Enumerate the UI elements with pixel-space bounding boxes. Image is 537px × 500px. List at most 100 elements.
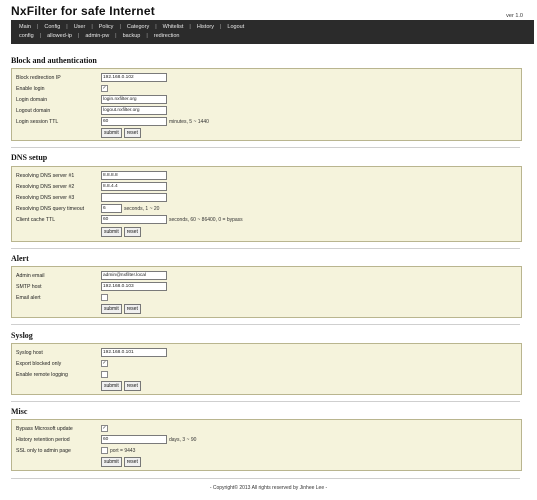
form-row: Login session TTL 60 minutes, 5 ~ 1440 xyxy=(16,117,209,126)
section-title-alert: Alert xyxy=(11,254,29,263)
form-buttons: submit reset xyxy=(101,304,141,314)
form-row: Enable login ✓ xyxy=(16,84,108,93)
smtp-host-input[interactable]: 192.168.0.103 xyxy=(101,282,167,291)
field-label: SSL only to admin page xyxy=(16,447,71,454)
section-title-misc: Misc xyxy=(11,407,28,416)
form-buttons: submit reset xyxy=(101,381,141,391)
history-retention-input[interactable]: 60 xyxy=(101,435,167,444)
field-label: Export blocked only xyxy=(16,360,62,367)
form-row: Login domain login.nxfilter.org xyxy=(16,95,167,104)
submit-button[interactable]: submit xyxy=(101,381,122,391)
dns-server-2-input[interactable]: 8.8.4.4 xyxy=(101,182,167,191)
enable-login-checkbox[interactable]: ✓ xyxy=(101,85,108,92)
form-row: Resolving DNS server #1 8.8.8.8 xyxy=(16,171,167,180)
submit-button[interactable]: submit xyxy=(101,304,122,314)
section-title-syslog: Syslog xyxy=(11,331,33,340)
section-divider xyxy=(11,478,520,479)
form-row: Client cache TTL 60 seconds, 60 ~ 86400,… xyxy=(16,215,243,224)
subnav-redirection[interactable]: redirection xyxy=(152,33,182,39)
form-row: Syslog host 192.168.0.101 xyxy=(16,348,167,357)
nav-separator: | xyxy=(219,24,222,30)
subnav-allowed-ip[interactable]: allowed-ip xyxy=(45,33,74,39)
nav-separator: | xyxy=(91,24,93,30)
version-label: ver 1.0 xyxy=(506,13,523,19)
reset-button[interactable]: reset xyxy=(123,304,141,314)
field-label: Resolving DNS server #1 xyxy=(16,172,75,179)
form-buttons: submit reset xyxy=(101,227,141,237)
form-row: Bypass Microsoft update ✓ xyxy=(16,424,108,433)
nav-separator: | xyxy=(189,24,191,30)
nav-row-main: Main | Config | User | Policy | Category | Wh… xyxy=(17,24,246,30)
nav-policy[interactable]: Policy xyxy=(97,24,116,30)
syslog-host-input[interactable]: 192.168.0.101 xyxy=(101,348,167,357)
field-label: Email alert xyxy=(16,294,41,301)
misc-panel: Bypass Microsoft update ✓ History retent… xyxy=(11,419,522,471)
form-row: Resolving DNS server #3 xyxy=(16,193,167,202)
field-label: Logout domain xyxy=(16,107,51,114)
nav-user[interactable]: User xyxy=(72,24,88,30)
dns-server-3-input[interactable] xyxy=(101,193,167,202)
dns-query-timeout-input[interactable]: 6 xyxy=(101,204,122,213)
nav-whitelist[interactable]: Whitelist xyxy=(161,24,186,30)
alert-panel: Admin email admin@nxfilter.local SMTP ho… xyxy=(11,266,522,318)
reset-button[interactable]: reset xyxy=(123,227,141,237)
unit-hint: seconds, 1 ~ 20 xyxy=(124,205,160,212)
form-row: History retention period 60 days, 3 ~ 90 xyxy=(16,435,196,444)
submit-button[interactable]: submit xyxy=(101,227,122,237)
logout-domain-input[interactable]: logout.nxfilter.org xyxy=(101,106,167,115)
field-label: Enable login xyxy=(16,85,45,92)
field-label: Client cache TTL xyxy=(16,216,56,223)
unit-hint: minutes, 5 ~ 1440 xyxy=(169,118,209,125)
ssl-only-checkbox[interactable] xyxy=(101,447,108,454)
nav-main[interactable]: Main xyxy=(17,24,33,30)
nav-separator: | xyxy=(77,33,80,39)
section-divider xyxy=(11,401,520,402)
form-buttons: submit reset xyxy=(101,128,141,138)
field-label: Enable remote logging xyxy=(16,371,68,378)
nav-separator: | xyxy=(36,24,39,30)
form-buttons: submit reset xyxy=(101,457,141,467)
unit-hint: days, 3 ~ 90 xyxy=(169,436,197,443)
enable-remote-logging-checkbox[interactable] xyxy=(101,371,108,378)
client-cache-ttl-input[interactable]: 60 xyxy=(101,215,167,224)
nav-category[interactable]: Category xyxy=(125,24,151,30)
field-label: Resolving DNS server #2 xyxy=(16,183,75,190)
reset-button[interactable]: reset xyxy=(123,128,141,138)
field-label: Syslog host xyxy=(16,349,43,356)
form-row: SMTP host 192.168.0.103 xyxy=(16,282,167,291)
email-alert-checkbox[interactable] xyxy=(101,294,108,301)
nav-separator: | xyxy=(115,33,117,39)
login-session-ttl-input[interactable]: 60 xyxy=(101,117,167,126)
syslog-panel: Syslog host 192.168.0.101 Export blocked… xyxy=(11,343,522,395)
submit-button[interactable]: submit xyxy=(101,457,122,467)
section-divider xyxy=(11,147,520,148)
field-label: Block redirection IP xyxy=(16,74,61,81)
nav-separator: | xyxy=(119,24,121,30)
form-row: Resolving DNS query timeout 6 seconds, 1… xyxy=(16,204,159,213)
field-label: Resolving DNS server #3 xyxy=(16,194,75,201)
nav-separator: | xyxy=(66,24,68,30)
nav-history[interactable]: History xyxy=(195,24,216,30)
section-divider xyxy=(11,248,520,249)
submit-button[interactable]: submit xyxy=(101,128,122,138)
section-title-block: Block and authentication xyxy=(11,56,97,65)
unit-hint: seconds, 60 ~ 86400, 0 = bypass xyxy=(169,216,243,223)
app-logo: NxFilter for safe Internet xyxy=(11,4,155,18)
subnav-backup[interactable]: backup xyxy=(121,33,143,39)
reset-button[interactable]: reset xyxy=(123,381,141,391)
admin-email-input[interactable]: admin@nxfilter.local xyxy=(101,271,167,280)
nav-config[interactable]: Config xyxy=(42,24,62,30)
bypass-microsoft-update-checkbox[interactable]: ✓ xyxy=(101,425,108,432)
field-label: SMTP host xyxy=(16,283,42,290)
reset-button[interactable]: reset xyxy=(123,457,141,467)
field-label: Admin email xyxy=(16,272,45,279)
subnav-config[interactable]: config xyxy=(17,33,36,39)
subnav-admin-pw[interactable]: admin-pw xyxy=(83,33,111,39)
login-domain-input[interactable]: login.nxfilter.org xyxy=(101,95,167,104)
form-row: SSL only to admin page port = 9443 xyxy=(16,446,135,455)
form-row: Email alert xyxy=(16,293,108,302)
dns-server-1-input[interactable]: 8.8.8.8 xyxy=(101,171,167,180)
nav-logout[interactable]: Logout xyxy=(225,24,246,30)
export-blocked-only-checkbox[interactable]: ✓ xyxy=(101,360,108,367)
block-redirection-ip-input[interactable]: 192.168.0.102 xyxy=(101,73,167,82)
